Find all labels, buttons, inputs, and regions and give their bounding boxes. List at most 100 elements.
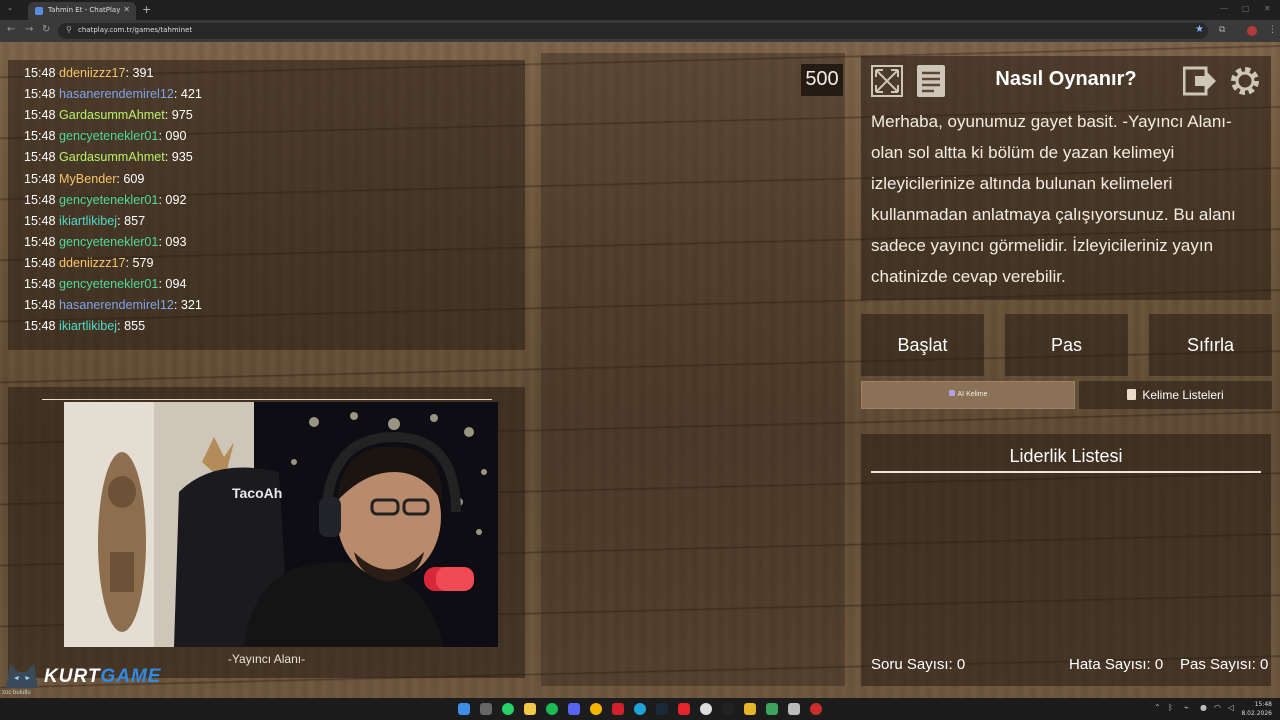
chat-text: : 092 xyxy=(158,192,187,207)
chat-username[interactable]: GardasummAhmet xyxy=(59,108,165,122)
chat-username[interactable]: ddeniizzz17 xyxy=(59,256,126,270)
folder-icon[interactable] xyxy=(524,703,536,715)
chat-text: : 935 xyxy=(164,150,193,165)
chrome-icon[interactable] xyxy=(590,703,602,715)
chat-username[interactable]: hasanerendemirel12 xyxy=(59,298,174,312)
chat-time: 15:48 xyxy=(24,87,56,102)
exit-icon[interactable] xyxy=(1182,64,1217,98)
browser-tab[interactable]: Tahmin Et - ChatPlay ✕ xyxy=(28,2,136,20)
app-icon[interactable] xyxy=(788,703,800,715)
new-tab-icon[interactable]: + xyxy=(142,3,151,16)
start-button[interactable]: Başlat xyxy=(861,314,984,376)
start-icon[interactable] xyxy=(458,703,470,715)
chat-username[interactable]: ddeniizzz17 xyxy=(59,66,126,80)
chat-time: 15:48 xyxy=(24,129,56,144)
forward-icon[interactable]: → xyxy=(25,24,33,35)
logo-text-part1: KURT xyxy=(44,666,101,687)
volume-icon[interactable]: ◁ xyxy=(1228,703,1234,712)
system-clock[interactable]: 15:48 8.02.2026 xyxy=(1241,700,1272,718)
chat-text: : 421 xyxy=(173,87,202,102)
reset-button[interactable]: Sıfırla xyxy=(1149,314,1272,376)
chair-brand-text: TacoAh xyxy=(232,485,282,501)
spotify-icon[interactable] xyxy=(546,703,558,715)
chat-panel: 15:48 ddeniizzz17: 391 15:48 hasanerendem… xyxy=(8,60,525,350)
clock-date: 8.02.2026 xyxy=(1241,710,1272,717)
app-icon[interactable] xyxy=(744,703,756,715)
chat-time: 15:48 xyxy=(24,213,56,228)
wifi-icon[interactable]: ◠ xyxy=(1214,703,1221,712)
minimize-icon[interactable]: — xyxy=(1220,4,1228,13)
maximize-icon[interactable]: ▢ xyxy=(1242,4,1250,13)
reload-icon[interactable]: ↻ xyxy=(42,24,50,35)
opera-icon[interactable] xyxy=(612,703,624,715)
chat-username[interactable]: gencyetenekler01 xyxy=(59,277,158,291)
close-window-icon[interactable]: ✕ xyxy=(1264,4,1271,13)
tray-chevron-icon[interactable]: ⌃ xyxy=(1154,703,1161,712)
mic-icon[interactable]: ● xyxy=(1200,703,1207,712)
question-count: Soru Sayısı: 0 xyxy=(871,656,966,673)
profile-avatar[interactable] xyxy=(1247,26,1257,36)
edge-icon[interactable] xyxy=(634,703,646,715)
chat-time: 15:48 xyxy=(24,234,56,249)
extensions-icon[interactable]: ⧉ xyxy=(1219,25,1225,35)
chat-time: 15:48 xyxy=(24,66,56,80)
tab-ai-word[interactable]: AI Kelime xyxy=(861,381,1075,409)
how-to-play-panel: Nasıl Oynanır? Merhaba, oyunumuz gayet b… xyxy=(861,56,1271,300)
app-icon[interactable] xyxy=(810,703,822,715)
document-icon[interactable] xyxy=(914,64,948,98)
chat-message: 15:48 GardasummAhmet: 935 xyxy=(24,150,193,164)
discord-icon[interactable] xyxy=(568,703,580,715)
chat-username[interactable]: GardasummAhmet xyxy=(59,150,165,164)
chat-username[interactable]: ikiartlikibej xyxy=(59,214,117,228)
chat-username[interactable]: hasanerendemirel12 xyxy=(59,87,174,101)
app-icon[interactable] xyxy=(678,703,690,715)
leaderboard-panel: Liderlik Listesi Soru Sayısı: 0 Hata Say… xyxy=(861,434,1271,686)
epic-icon[interactable] xyxy=(722,703,734,715)
steam-icon[interactable] xyxy=(656,703,668,715)
divider xyxy=(871,471,1261,473)
address-bar[interactable]: ⚲ chatplay.com.tr/games/tahminet ★ xyxy=(58,23,1208,39)
tab-favicon-icon xyxy=(35,7,43,15)
pass-button[interactable]: Pas xyxy=(1005,314,1128,376)
chat-username[interactable]: gencyetenekler01 xyxy=(59,193,158,207)
chat-message: 15:48 GardasummAhmet: 975 xyxy=(24,108,193,122)
chat-message: 15:48 hasanerendemirel12: 421 xyxy=(24,87,202,101)
search-icon[interactable] xyxy=(480,703,492,715)
xbox-icon[interactable] xyxy=(766,703,778,715)
fullscreen-icon[interactable] xyxy=(870,64,904,98)
browser-menu-icon[interactable]: ⋮ xyxy=(1268,25,1277,35)
tab-search-icon[interactable]: ⌄ xyxy=(7,4,13,12)
chat-username[interactable]: MyBender xyxy=(59,172,116,186)
obs-icon[interactable] xyxy=(700,703,712,715)
chat-message: 15:48 MyBender: 609 xyxy=(24,172,144,186)
chat-text: : 855 xyxy=(117,319,146,334)
back-icon[interactable]: ← xyxy=(7,24,15,35)
webcam-feed: TacoAh xyxy=(64,402,498,647)
chat-message: 15:48 gencyetenekler01: 092 xyxy=(24,193,186,207)
site-info-icon[interactable]: ⚲ xyxy=(66,25,72,34)
chat-text: : 094 xyxy=(158,277,187,291)
game-page: 15:48 ddeniizzz17: 391 15:48 hasanerendem… xyxy=(0,42,1280,698)
chat-time: 15:48 xyxy=(24,192,56,207)
word-panel xyxy=(541,53,845,686)
tab-word-lists[interactable]: Kelime Listeleri xyxy=(1079,381,1272,409)
url-text[interactable]: chatplay.com.tr/games/tahminet xyxy=(78,26,192,34)
whatsapp-icon[interactable] xyxy=(502,703,514,715)
streamer-area-panel: TacoAh -Yayıncı Alanı- xyxy=(8,387,525,678)
chat-text: : 609 xyxy=(116,171,145,186)
score-value: 500 xyxy=(805,68,839,90)
chat-message: 15:48 gencyetenekler01: 093 xyxy=(24,235,186,249)
clipboard-icon xyxy=(1127,389,1137,400)
bluetooth-icon[interactable]: ᛒ xyxy=(1168,703,1173,712)
chat-username[interactable]: ikiartlikibej xyxy=(59,319,117,333)
chat-username[interactable]: gencyetenekler01 xyxy=(59,235,158,249)
leaderboard-title: Liderlik Listesi xyxy=(1009,446,1123,466)
chat-text: : 391 xyxy=(125,66,154,80)
chat-username[interactable]: gencyetenekler01 xyxy=(59,129,158,143)
network-icon[interactable]: ⌁ xyxy=(1184,703,1189,712)
bookmark-star-icon[interactable]: ★ xyxy=(1195,24,1204,35)
tab-close-icon[interactable]: ✕ xyxy=(123,5,130,14)
tab-word-lists-label: Kelime Listeleri xyxy=(1142,388,1224,402)
gear-icon[interactable] xyxy=(1228,64,1262,98)
wolf-logo-icon xyxy=(6,664,38,688)
